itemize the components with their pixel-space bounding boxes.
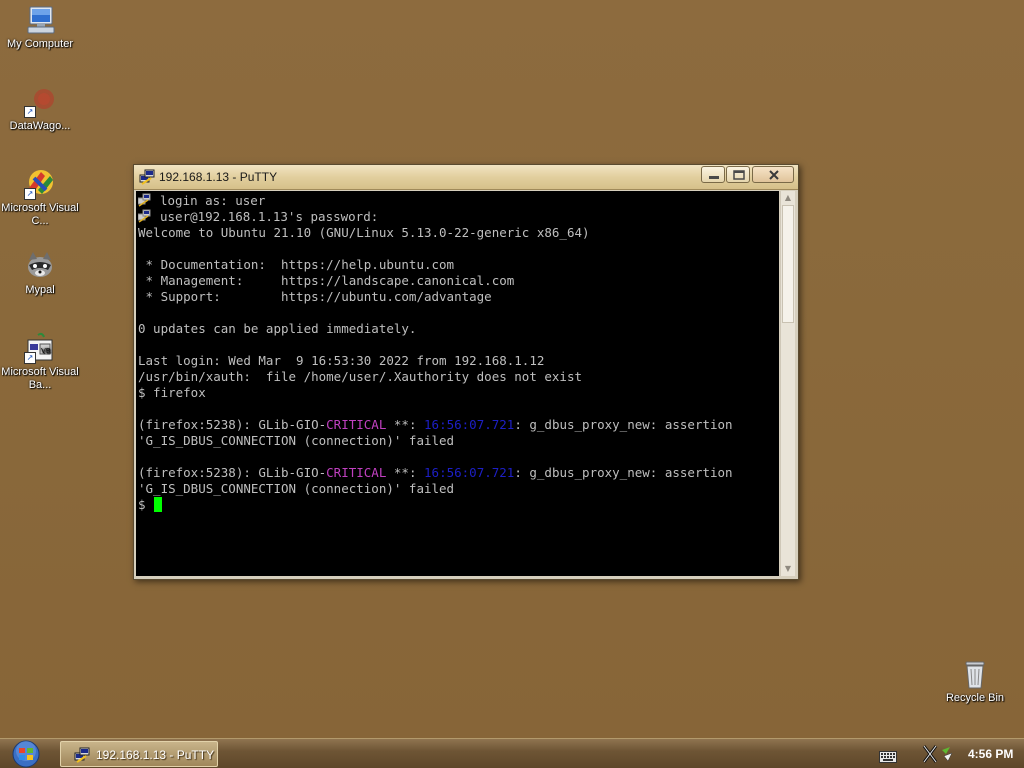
- taskbar: 192.168.1.13 - PuTTY 4:56 PM: [0, 738, 1024, 768]
- terminal-line-critical: (firefox:5238): GLib-GIO-CRITICAL **: 16…: [138, 417, 733, 432]
- terminal-line: 'G_IS_DBUS_CONNECTION (connection)' fail…: [138, 481, 455, 496]
- shortcut-arrow-icon: ↗: [24, 106, 36, 118]
- scroll-down-arrow-icon[interactable]: ▼: [781, 562, 795, 576]
- terminal-line: 0 updates can be applied immediately.: [138, 321, 417, 336]
- shortcut-arrow-icon: ↗: [24, 352, 36, 364]
- terminal-cursor: [153, 497, 162, 512]
- desktop-icon-label: Recycle Bin: [945, 692, 1005, 704]
- shell-prompt: $: [138, 497, 146, 512]
- terminal-line: Last login: Wed Mar 9 16:53:30 2022 from…: [138, 353, 545, 368]
- desktop-icon-label: Microsoft Visual Ba...: [1, 366, 79, 391]
- window-title: 192.168.1.13 - PuTTY: [159, 170, 278, 184]
- visual-basic-icon: VB ↗: [24, 332, 56, 364]
- desktop: My Computer ↗ DataWago... ↗ Microsoft Vi…: [0, 0, 1024, 738]
- taskbar-item-label: 192.168.1.13 - PuTTY: [96, 748, 215, 762]
- window-titlebar[interactable]: 192.168.1.13 - PuTTY: [134, 165, 798, 190]
- keyboard-layout-icon[interactable]: [879, 748, 897, 763]
- desktop-icon-datawagon[interactable]: ↗ DataWago...: [0, 86, 80, 133]
- windows-start-orb-icon: [12, 740, 40, 768]
- datawagon-icon: ↗: [24, 86, 56, 118]
- desktop-icon-label: Microsoft Visual C...: [1, 202, 79, 227]
- terminal-line: Welcome to Ubuntu 21.10 (GNU/Linux 5.13.…: [138, 225, 590, 240]
- recycle-bin-icon: [959, 658, 991, 690]
- terminal-line: * Management: https://landscape.canonica…: [138, 273, 515, 288]
- close-button[interactable]: [752, 166, 794, 183]
- visual-cpp-icon: ↗: [24, 168, 56, 200]
- terminal-scrollbar[interactable]: ▲ ▼: [780, 191, 795, 576]
- terminal-line: 'G_IS_DBUS_CONNECTION (connection)' fail…: [138, 433, 455, 448]
- desktop-icon-my-computer[interactable]: My Computer: [0, 4, 80, 51]
- desktop-icon-visual-basic[interactable]: VB ↗ Microsoft Visual Ba...: [0, 332, 80, 392]
- putty-icon: [74, 747, 90, 763]
- terminal-line: /usr/bin/xauth: file /home/user/.Xauthor…: [138, 369, 583, 384]
- desktop-icon-label: DataWago...: [9, 120, 71, 132]
- terminal-line: * Documentation: https://help.ubuntu.com: [138, 257, 455, 272]
- taskbar-item-putty[interactable]: 192.168.1.13 - PuTTY: [60, 741, 218, 767]
- terminal-output[interactable]: login as: user user@192.168.1.13's passw…: [136, 191, 779, 576]
- putty-icon: [139, 169, 155, 185]
- shortcut-arrow-icon: ↗: [24, 188, 36, 200]
- putty-key-icon: [138, 209, 151, 223]
- terminal-line: $ firefox: [138, 385, 206, 400]
- maximize-icon: [733, 170, 745, 180]
- terminal-line: login as: user: [138, 193, 779, 209]
- desktop-icon-recycle-bin[interactable]: Recycle Bin: [935, 658, 1015, 705]
- desktop-icon-label: Mypal: [25, 284, 55, 296]
- putty-window[interactable]: 192.168.1.13 - PuTTY login as: user user…: [133, 164, 799, 580]
- minimize-button[interactable]: [701, 166, 725, 183]
- minimize-icon: [709, 176, 719, 179]
- desktop-icon-label: My Computer: [6, 38, 74, 50]
- maximize-button[interactable]: [726, 166, 750, 183]
- putty-key-icon: [138, 193, 151, 207]
- svg-text:VB: VB: [41, 347, 51, 355]
- terminal-line-critical: (firefox:5238): GLib-GIO-CRITICAL **: 16…: [138, 465, 733, 480]
- scrollbar-thumb[interactable]: [782, 205, 794, 323]
- terminal-line: user@192.168.1.13's password:: [138, 209, 779, 225]
- desktop-icon-visual-cpp[interactable]: ↗ Microsoft Visual C...: [0, 168, 80, 228]
- close-icon: [769, 170, 779, 180]
- desktop-icon-mypal[interactable]: Mypal: [0, 250, 80, 297]
- scroll-up-arrow-icon[interactable]: ▲: [781, 191, 795, 205]
- terminal-prompt-line[interactable]: $: [138, 497, 779, 513]
- taskbar-clock[interactable]: 4:56 PM: [968, 747, 1013, 761]
- mypal-raccoon-icon: [24, 250, 56, 282]
- terminal-line: * Support: https://ubuntu.com/advantage: [138, 289, 492, 304]
- xming-tray-icon[interactable]: [922, 744, 956, 764]
- computer-icon: [24, 4, 56, 36]
- start-button[interactable]: [6, 740, 46, 768]
